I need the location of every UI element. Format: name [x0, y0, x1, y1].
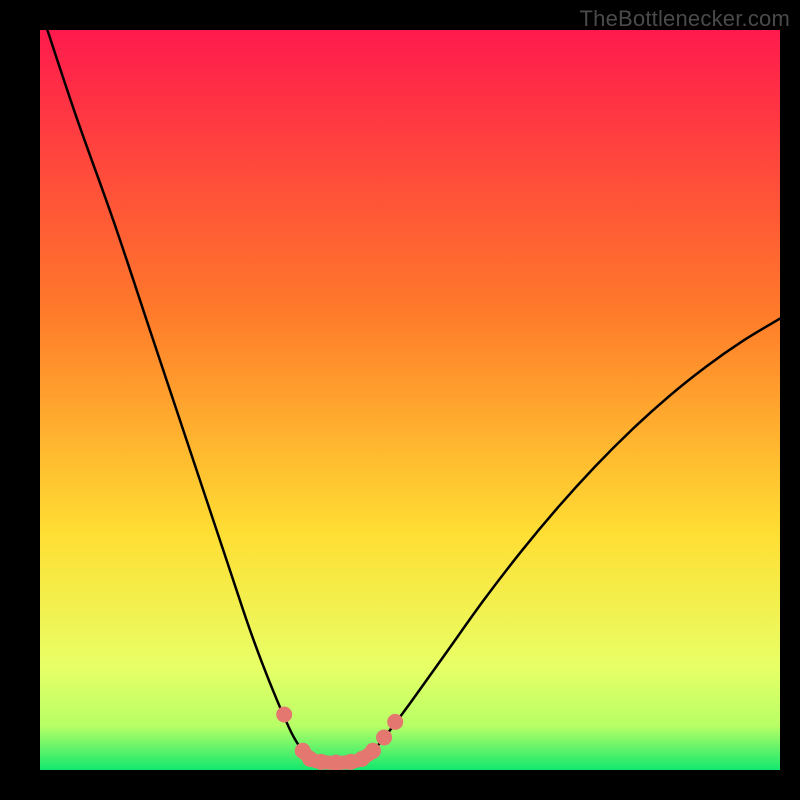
chart-svg: [40, 30, 780, 770]
marker-floor-2: [313, 754, 329, 770]
marker-floor-3: [328, 755, 344, 770]
gradient-background: [40, 30, 780, 770]
watermark-text: TheBottlenecker.com: [580, 6, 790, 32]
chart-container: [40, 30, 780, 770]
marker-right-upper: [387, 714, 403, 730]
marker-right-lower: [365, 743, 381, 759]
marker-right-mid: [376, 729, 392, 745]
marker-left-upper: [276, 707, 292, 723]
